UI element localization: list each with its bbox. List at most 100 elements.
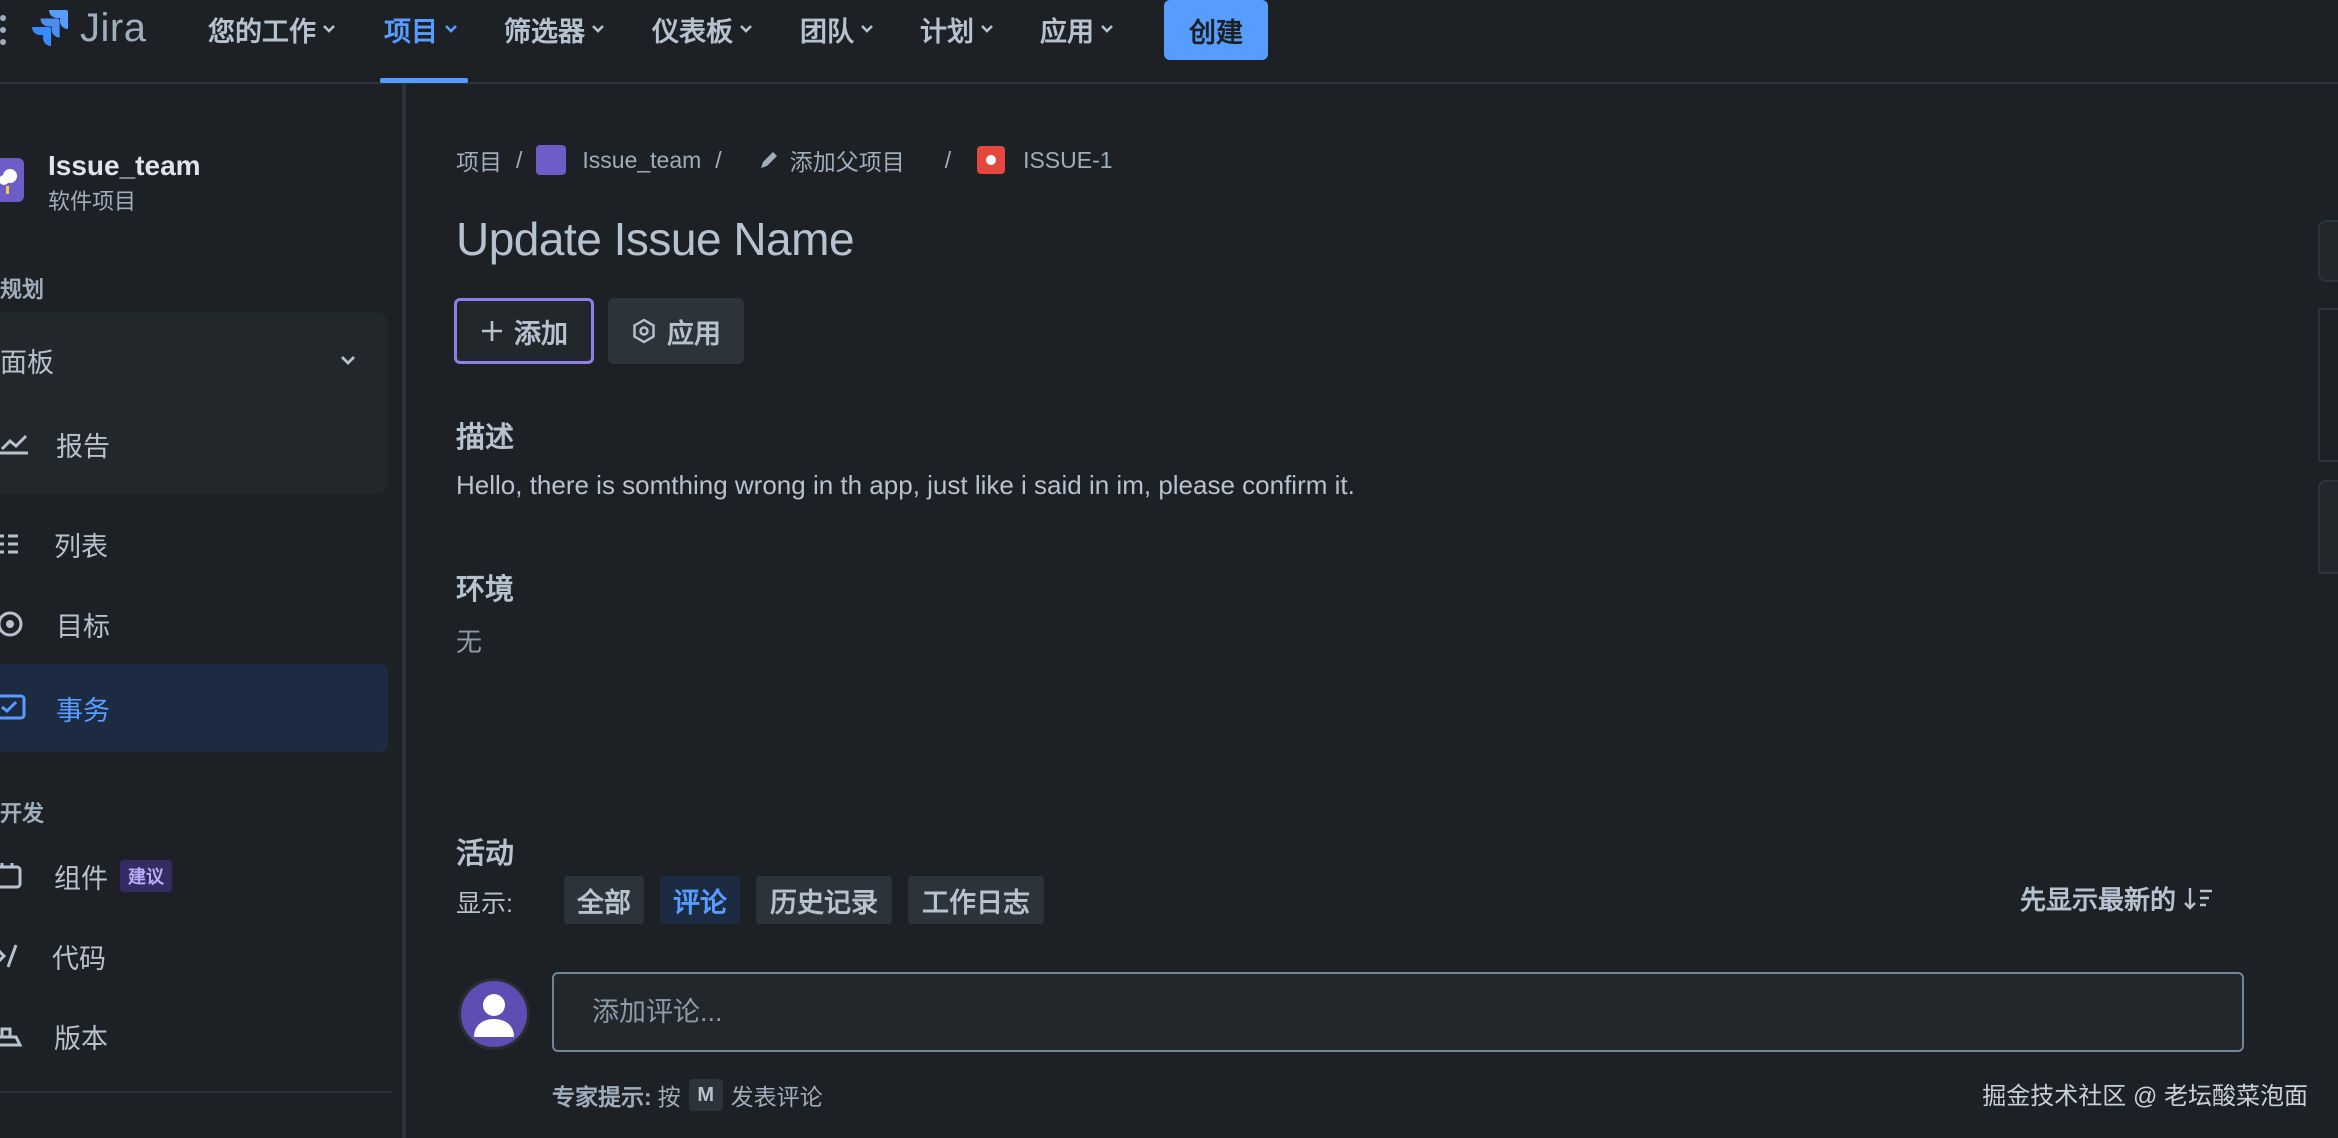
- chevron-down-icon: [1101, 25, 1113, 33]
- active-nav-indicator: [380, 78, 468, 83]
- create-button[interactable]: 创建: [1164, 0, 1268, 60]
- app-switcher-icon[interactable]: [0, 12, 8, 48]
- filter-all[interactable]: 全部: [564, 876, 644, 924]
- watermark: 掘金技术社区 @ 老坛酸菜泡面: [1982, 1083, 2308, 1110]
- nav-your-work[interactable]: 您的工作: [208, 6, 336, 52]
- breadcrumb-add-parent[interactable]: 添加父项目: [758, 143, 905, 177]
- sidebar-item-code[interactable]: 代码: [0, 926, 388, 986]
- section-planning: 规划: [0, 277, 45, 302]
- issues-icon: [0, 694, 26, 720]
- sidebar-item-board-label: 面板: [0, 347, 54, 378]
- add-comment-input[interactable]: [552, 972, 2244, 1052]
- breadcrumb-projects[interactable]: 项目: [456, 143, 502, 177]
- sort-descending-icon: [2184, 887, 2213, 910]
- nav-dashboards[interactable]: 仪表板: [652, 6, 753, 52]
- project-name[interactable]: Issue_team: [48, 150, 201, 182]
- description-text[interactable]: Hello, there is somthing wrong in th app…: [456, 470, 1355, 501]
- breadcrumb-separator: /: [715, 146, 722, 173]
- chevron-down-icon: [981, 25, 993, 33]
- sidebar-item-releases[interactable]: 版本: [0, 1006, 388, 1066]
- breadcrumb-project[interactable]: Issue_team: [536, 145, 701, 175]
- sidebar-item-reports-label: 报告: [56, 431, 110, 462]
- add-button[interactable]: 添加: [454, 298, 594, 364]
- sidebar-item-board[interactable]: 面板: [0, 330, 388, 390]
- activity-heading: 活动: [456, 838, 515, 870]
- project-avatar-icon: [0, 158, 24, 202]
- sidebar-item-components[interactable]: 组件 建议: [0, 846, 388, 906]
- apps-button[interactable]: 应用: [608, 298, 744, 364]
- jira-logo-icon: [32, 10, 68, 46]
- nav-filters[interactable]: 筛选器: [504, 6, 605, 52]
- sidebar-item-issues[interactable]: 事务: [0, 664, 388, 752]
- target-icon: [0, 611, 23, 637]
- right-panel-fragment: [2318, 220, 2338, 282]
- pencil-icon: [760, 152, 777, 168]
- components-icon: [0, 863, 22, 889]
- reports-chart-icon: [0, 434, 28, 455]
- pro-tip-press: 按: [657, 1084, 681, 1110]
- add-button-label: 添加: [514, 318, 568, 349]
- pro-tip-label: 专家提示:: [552, 1084, 652, 1110]
- breadcrumb-issue[interactable]: ISSUE-1: [977, 146, 1113, 174]
- filter-comments[interactable]: 评论: [660, 876, 740, 924]
- chevron-down-icon: [445, 25, 457, 33]
- chevron-down-icon: [740, 25, 752, 33]
- filter-worklog[interactable]: 工作日志: [908, 876, 1044, 924]
- breadcrumb-separator: /: [944, 146, 952, 173]
- project-avatar-icon: [536, 145, 567, 175]
- sidebar-item-releases-label: 版本: [54, 1023, 108, 1054]
- sidebar-item-goals-label: 目标: [56, 611, 110, 642]
- bug-issue-type-icon: [977, 146, 1006, 174]
- right-panel-fragment: [2318, 480, 2338, 574]
- chevron-down-icon[interactable]: [340, 354, 356, 366]
- filter-history[interactable]: 历史记录: [756, 876, 892, 924]
- nav-teams[interactable]: 团队: [800, 6, 874, 52]
- issue-title[interactable]: Update Issue Name: [456, 212, 855, 266]
- nav-filters-label: 筛选器: [504, 16, 585, 47]
- pro-tip: 专家提示: 按 M 发表评论: [552, 1078, 823, 1112]
- breadcrumb-separator: /: [516, 146, 523, 173]
- section-development: 开发: [0, 801, 45, 826]
- sidebar-item-code-label: 代码: [52, 943, 106, 974]
- list-icon: [0, 534, 18, 554]
- apps-hexagon-icon: [633, 318, 655, 344]
- apps-button-label: 应用: [667, 318, 721, 349]
- nav-plans-label: 计划: [920, 16, 974, 47]
- logo-text: Jira: [80, 5, 147, 50]
- plus-icon: [482, 321, 502, 341]
- pro-tip-suffix: 发表评论: [730, 1084, 823, 1110]
- keyboard-key: M: [688, 1079, 723, 1111]
- nav-teams-label: 团队: [800, 16, 854, 47]
- chevron-down-icon: [592, 25, 604, 33]
- code-icon: [0, 944, 18, 968]
- sidebar-item-goals[interactable]: 目标: [0, 594, 388, 654]
- sidebar-item-issues-label: 事务: [56, 695, 110, 726]
- sidebar-item-list-label: 列表: [54, 531, 108, 562]
- sidebar-divider: [0, 1091, 392, 1093]
- nav-apps-label: 应用: [1040, 16, 1094, 47]
- right-panel-fragment: [2318, 308, 2338, 462]
- sidebar-item-components-label: 组件: [54, 863, 108, 894]
- ship-icon: [0, 1027, 23, 1047]
- chevron-down-icon: [323, 25, 335, 33]
- jira-logo[interactable]: Jira: [30, 6, 146, 50]
- nav-projects-label: 项目: [384, 16, 438, 47]
- nav-your-work-label: 您的工作: [208, 16, 316, 47]
- sort-newest-first[interactable]: 先显示最新的: [2020, 880, 2214, 917]
- suggestion-badge: 建议: [120, 860, 172, 892]
- sidebar-item-reports[interactable]: 报告: [0, 414, 388, 474]
- environment-value[interactable]: 无: [456, 622, 482, 659]
- project-sidebar: Issue_team 软件项目 规划 面板 报告 列表 目标 事务 开发 组件 …: [0, 84, 406, 1138]
- nav-plans[interactable]: 计划: [920, 6, 994, 52]
- breadcrumb: 项目 / Issue_team / 添加父项目 / ISSUE-1: [456, 144, 1113, 176]
- nav-apps[interactable]: 应用: [1040, 6, 1114, 52]
- description-heading: 描述: [456, 422, 515, 454]
- environment-heading: 环境: [456, 574, 515, 606]
- breadcrumb-project-label: Issue_team: [582, 146, 702, 173]
- nav-projects[interactable]: 项目: [384, 6, 458, 52]
- project-type: 软件项目: [48, 189, 137, 214]
- chevron-down-icon: [861, 25, 873, 33]
- sidebar-item-list[interactable]: 列表: [0, 514, 388, 574]
- top-navigation: Jira 您的工作 项目 筛选器 仪表板 团队 计划 应用 创建: [0, 0, 2338, 84]
- breadcrumb-issue-key: ISSUE-1: [1023, 146, 1113, 173]
